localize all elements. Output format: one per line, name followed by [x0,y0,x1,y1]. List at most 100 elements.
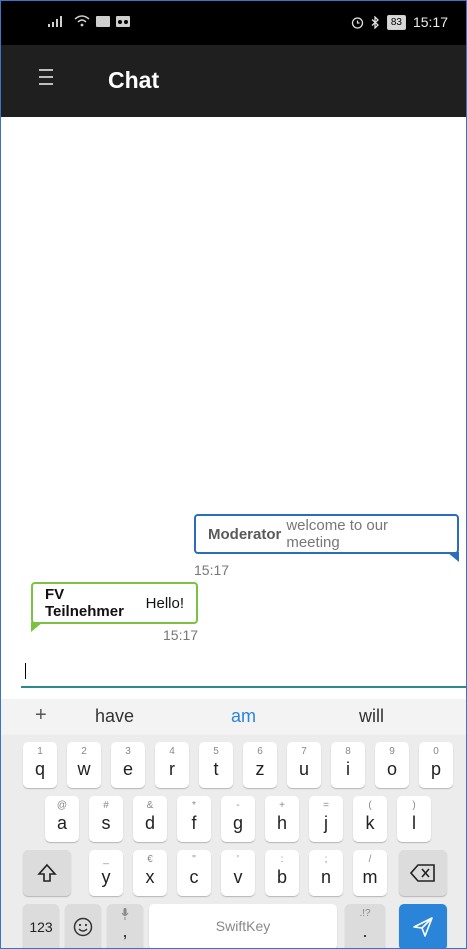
page-title: Chat [108,67,160,93]
key-alt-label: + [279,800,285,811]
key-alt-label: 0 [433,746,439,757]
message-sender: Moderator [208,525,282,543]
message-input[interactable] [21,661,466,688]
key-alt-label: - [236,800,240,811]
key-label: w [77,759,91,779]
key-m[interactable]: / m [353,850,387,896]
battery-level: 83 [386,14,406,30]
key-alt-label: * [192,800,196,811]
key-label: f [191,813,197,833]
key-c[interactable]: " c [177,850,211,896]
key-t[interactable]: 5 t [199,742,233,788]
key-label: k [365,813,375,833]
key-b[interactable]: : b [265,850,299,896]
key-alt-label: 4 [169,746,175,757]
message-timestamp: 15:17 [194,562,230,578]
key-f[interactable]: * f [177,796,211,842]
message-timestamp: 15:17 [163,627,199,643]
key-s[interactable]: # s [89,796,123,842]
key-label: m [362,867,378,887]
key-label: p [430,759,441,779]
key-label: x [145,867,155,887]
comma-key[interactable]: , [107,904,143,948]
key-alt-label: : [280,854,284,865]
key-alt-label: / [368,854,372,865]
wifi-icon [74,15,90,27]
key-alt-label: ) [412,800,416,811]
key-k[interactable]: ( k [353,796,387,842]
voicemail-icon [116,15,130,27]
app-bar: Chat [1,45,466,117]
message-text: Hello! [145,594,184,612]
message-bubble-incoming: FV Teilnehmer Hello! [31,582,198,632]
key-alt-label: 3 [125,746,131,757]
key-label: d [144,813,155,833]
send-button[interactable] [399,904,447,948]
numbers-key-label: 123 [29,919,53,935]
key-alt-label: 2 [81,746,87,757]
shift-key[interactable] [23,850,71,896]
key-alt-label: & [146,800,154,811]
backspace-key[interactable] [399,850,447,896]
key-d[interactable]: & d [133,796,167,842]
key-q[interactable]: 1 q [23,742,57,788]
key-alt-label: @ [56,800,68,811]
key-label: n [320,867,331,887]
key-u[interactable]: 7 u [287,742,321,788]
swiftkey-logo: SwiftKey [215,918,271,934]
emoji-key[interactable] [65,904,101,948]
key-r[interactable]: 4 r [155,742,189,788]
key-label: a [56,813,67,833]
key-j[interactable]: = j [309,796,343,842]
key-e[interactable]: 3 e [111,742,145,788]
numbers-key[interactable]: 123 [23,904,59,948]
suggestion-bar: + have am will [1,699,466,735]
key-alt-label: 8 [345,746,351,757]
status-bar: 83 15:17 [1,1,466,45]
key-label: j [324,813,328,833]
emoji-icon [73,917,93,937]
keyboard: + have am will 1 q 2 w 3 e 4 r 5 t 6 z 7… [1,699,466,948]
space-key[interactable]: SwiftKey [149,904,337,948]
suggestion-right[interactable]: will [359,706,384,727]
period-key[interactable]: .!? . [345,904,385,948]
key-o[interactable]: 9 o [375,742,409,788]
toolbar-plus-button[interactable]: + [35,704,47,727]
notification-icon [96,15,110,27]
key-alt-label: = [323,800,329,811]
bluetooth-icon [371,15,379,29]
text-cursor [25,663,26,679]
key-alt-label: ( [368,800,372,811]
message-bubble-outgoing: Moderator welcome to our meeting [194,514,459,562]
key-label: o [386,759,397,779]
key-i[interactable]: 8 i [331,742,365,788]
comma-label: , [122,921,128,941]
key-alt-label: 1 [37,746,43,757]
key-z[interactable]: 6 z [243,742,277,788]
suggestion-center[interactable]: am [231,706,256,727]
key-label: s [101,813,111,833]
alarm-icon [351,16,363,29]
key-h[interactable]: + h [265,796,299,842]
key-w[interactable]: 2 w [67,742,101,788]
menu-icon[interactable] [39,69,53,87]
app-frame: 83 15:17 Chat Moderator welcome to our m… [0,0,467,949]
key-y[interactable]: _ y [89,850,123,896]
key-alt-label: " [192,854,196,865]
suggestion-left[interactable]: have [95,706,134,727]
signal-icon [48,16,62,27]
key-a[interactable]: @ a [45,796,79,842]
key-label: c [189,867,199,887]
key-label: l [412,813,416,833]
key-g[interactable]: - g [221,796,255,842]
send-icon [413,917,433,937]
status-time: 15:17 [412,14,448,30]
key-p[interactable]: 0 p [419,742,453,788]
key-n[interactable]: ; n [309,850,343,896]
key-l[interactable]: ) l [397,796,431,842]
key-v[interactable]: ' v [221,850,255,896]
input-underline [21,686,466,688]
key-x[interactable]: € x [133,850,167,896]
key-alt-label: ; [324,854,328,865]
key-label: v [233,867,243,887]
